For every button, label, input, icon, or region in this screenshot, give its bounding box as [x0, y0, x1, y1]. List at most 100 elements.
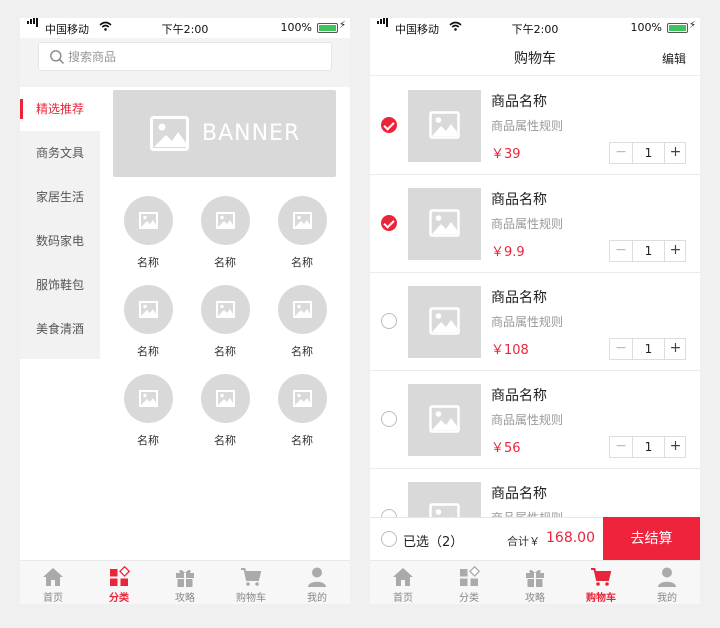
category-item-electronics[interactable]: 数码家电 — [20, 219, 100, 263]
product-thumbnail[interactable] — [408, 384, 481, 456]
image-placeholder-icon — [292, 212, 312, 229]
subcategory-label: 名称 — [137, 256, 159, 269]
gift-icon — [526, 569, 544, 587]
home-icon — [43, 568, 63, 586]
subcategory-item[interactable]: 名称 — [118, 374, 178, 448]
tab-guide[interactable]: 攻略 — [152, 561, 218, 604]
quantity-value[interactable]: 1 — [632, 437, 665, 457]
increase-button[interactable]: + — [665, 143, 686, 163]
product-thumbnail[interactable] — [408, 286, 481, 358]
product-spec: 商品属性规则 — [491, 119, 564, 133]
subcategory-item[interactable]: 名称 — [272, 285, 332, 359]
tab-label: 购物车 — [586, 593, 616, 604]
decrease-button[interactable]: − — [610, 143, 632, 163]
image-placeholder-icon — [429, 111, 460, 139]
search-box[interactable] — [38, 42, 332, 71]
category-icon — [460, 566, 480, 586]
quantity-value[interactable]: 1 — [632, 143, 665, 163]
battery-percent: 100% — [280, 21, 312, 34]
quantity-value[interactable]: 1 — [632, 339, 665, 359]
increase-button[interactable]: + — [665, 241, 686, 261]
subcategory-item[interactable]: 名称 — [272, 374, 332, 448]
subcategory-item[interactable]: 名称 — [195, 285, 255, 359]
tab-home[interactable]: 首页 — [20, 561, 86, 604]
banner[interactable]: BANNER — [113, 90, 336, 177]
subcategory-item[interactable]: 名称 — [272, 196, 332, 270]
increase-button[interactable]: + — [665, 437, 686, 457]
item-checkbox[interactable] — [381, 313, 397, 329]
status-bar: 中国移动 下午2:00 100% ⚡ — [370, 18, 700, 38]
image-placeholder-icon — [429, 405, 460, 433]
quantity-stepper: − 1 + — [609, 142, 686, 164]
cart-icon — [591, 568, 612, 586]
checkout-button[interactable]: 去结算 — [603, 517, 700, 561]
tab-profile[interactable]: 我的 — [284, 561, 350, 604]
tab-bar: 首页 分类 攻略 购物车 我的 — [370, 560, 700, 604]
total-label: 合计￥ — [507, 535, 540, 548]
subcategory-item[interactable]: 名称 — [118, 196, 178, 270]
subcategory-item[interactable]: 名称 — [195, 374, 255, 448]
decrease-button[interactable]: − — [610, 437, 632, 457]
image-placeholder-icon — [429, 307, 460, 335]
subcategory-thumbnail — [277, 196, 327, 245]
cart-item: 商品名称 商品属性规则 — [370, 469, 700, 517]
quantity-stepper: − 1 + — [609, 240, 686, 262]
page-title: 购物车 — [514, 51, 556, 67]
tab-label: 分类 — [459, 593, 479, 604]
select-all-checkbox[interactable] — [381, 531, 397, 547]
battery-icon — [317, 23, 338, 33]
category-item-stationery[interactable]: 商务文具 — [20, 131, 100, 175]
subcategory-label: 名称 — [137, 434, 159, 447]
product-spec: 商品属性规则 — [491, 315, 564, 329]
user-icon — [658, 567, 676, 587]
product-price: ￥56 — [491, 441, 521, 456]
image-placeholder-icon — [292, 390, 312, 407]
product-spec: 商品属性规则 — [491, 217, 564, 231]
cart-item: 商品名称 商品属性规则 ￥56 − 1 + — [370, 371, 700, 469]
tab-label: 首页 — [43, 593, 63, 604]
subcategory-item[interactable]: 名称 — [118, 285, 178, 359]
item-checkbox[interactable] — [381, 117, 397, 133]
status-bar: 中国移动 下午2:00 100% ⚡ — [20, 18, 350, 38]
tab-cart[interactable]: 购物车 — [218, 561, 284, 604]
category-item-food-liquor[interactable]: 美食清酒 — [20, 307, 100, 351]
edit-button[interactable]: 编辑 — [662, 50, 686, 67]
charging-icon: ⚡ — [688, 20, 696, 31]
increase-button[interactable]: + — [665, 339, 686, 359]
image-placeholder-icon — [215, 301, 235, 318]
category-item-apparel[interactable]: 服饰鞋包 — [20, 263, 100, 307]
tab-cart[interactable]: 购物车 — [568, 561, 634, 604]
image-placeholder-icon — [215, 212, 235, 229]
category-item-featured[interactable]: 精选推荐 — [20, 87, 100, 131]
tab-category[interactable]: 分类 — [436, 561, 502, 604]
tab-home[interactable]: 首页 — [370, 561, 436, 604]
subcategory-item[interactable]: 名称 — [195, 196, 255, 270]
item-checkbox[interactable] — [381, 411, 397, 427]
subcategory-label: 名称 — [214, 434, 236, 447]
search-input[interactable] — [68, 47, 318, 67]
category-icon — [110, 566, 130, 586]
nav-bar: 购物车 编辑 — [370, 38, 700, 76]
image-placeholder-icon — [138, 212, 158, 229]
quantity-value[interactable]: 1 — [632, 241, 665, 261]
product-name: 商品名称 — [491, 192, 547, 208]
tab-category[interactable]: 分类 — [86, 561, 152, 604]
item-checkbox[interactable] — [381, 509, 397, 517]
cart-list: 商品名称 商品属性规则 ￥39 − 1 + 商品名称 商品属性规则 ￥9.9 −… — [370, 77, 700, 517]
image-placeholder-icon — [429, 209, 460, 237]
category-item-home[interactable]: 家居生活 — [20, 175, 100, 219]
decrease-button[interactable]: − — [610, 241, 632, 261]
product-thumbnail[interactable] — [408, 90, 481, 162]
quantity-stepper: − 1 + — [609, 436, 686, 458]
cart-item: 商品名称 商品属性规则 ￥108 − 1 + — [370, 273, 700, 371]
product-thumbnail[interactable] — [408, 188, 481, 260]
tab-guide[interactable]: 攻略 — [502, 561, 568, 604]
product-name: 商品名称 — [491, 290, 547, 306]
tab-profile[interactable]: 我的 — [634, 561, 700, 604]
selected-count: 已选（2） — [403, 535, 464, 550]
product-spec: 商品属性规则 — [491, 413, 564, 427]
product-thumbnail[interactable] — [408, 482, 481, 517]
decrease-button[interactable]: − — [610, 339, 632, 359]
product-spec: 商品属性规则 — [491, 509, 563, 517]
item-checkbox[interactable] — [381, 215, 397, 231]
